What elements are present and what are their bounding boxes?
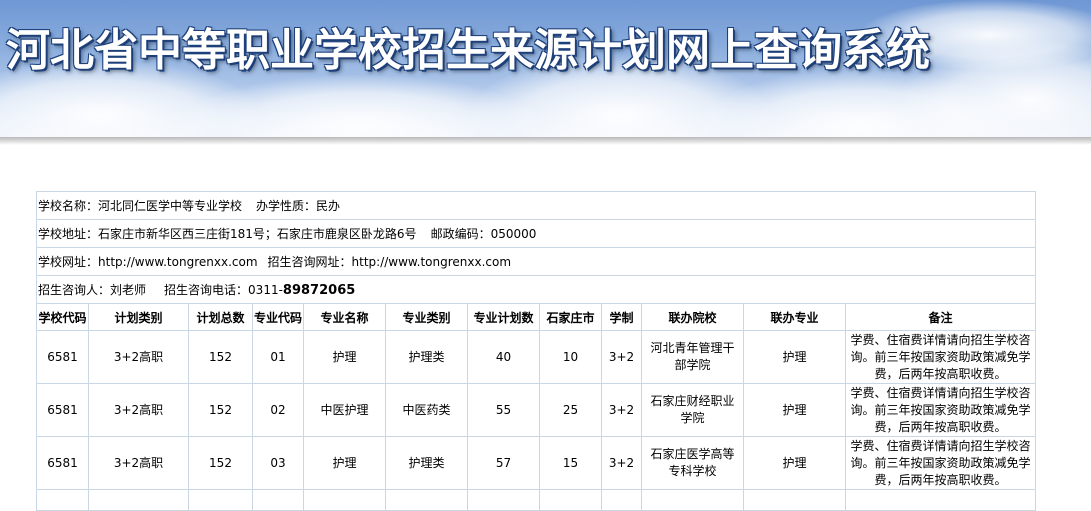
cell-partner-school: 河北青年管理干部学院 bbox=[641, 330, 744, 384]
cell-major-code: 02 bbox=[252, 383, 304, 437]
header-note: 备注 bbox=[844, 303, 1037, 331]
school-name-row: 学校名称：河北同仁医学中等专业学校 办学性质：民办 bbox=[35, 191, 1037, 220]
school-nature-label: 办学性质： bbox=[256, 199, 317, 213]
cell-plan-total: 152 bbox=[188, 383, 253, 437]
header-major-category: 专业类别 bbox=[385, 303, 468, 331]
school-nature: 民办 bbox=[316, 199, 341, 213]
cell-school-code: 6581 bbox=[36, 330, 89, 384]
table-row: 6581 3+2高职 152 03 护理 护理类 57 15 3+2 石家庄医学… bbox=[36, 436, 1037, 490]
school-address: 石家庄市新华区西三庄街181号；石家庄市鹿泉区卧龙路6号 bbox=[98, 227, 417, 241]
school-plan-table: 学校名称：河北同仁医学中等专业学校 办学性质：民办 学校地址：石家庄市新华区西三庄… bbox=[35, 191, 1037, 511]
enroll-site-label: 招生咨询网址： bbox=[267, 255, 352, 269]
cell-schooling: 3+2 bbox=[601, 436, 642, 490]
enroll-site-link[interactable]: http://www.tongrenxx.com bbox=[352, 255, 512, 269]
table-header-row: 学校代码 计划类别 计划总数 专业代码 专业名称 专业类别 专业计划数 石家庄市… bbox=[36, 303, 1037, 331]
cell-major-code: 01 bbox=[252, 330, 304, 384]
cell-note: 学费、住宿费详情请向招生学校咨询。前三年按国家资助政策减免学费，后两年按高职收费… bbox=[844, 383, 1037, 437]
header-shijiazhuang: 石家庄市 bbox=[539, 303, 602, 331]
header-school-code: 学校代码 bbox=[36, 303, 89, 331]
table-row: 6581 3+2高职 152 01 护理 护理类 40 10 3+2 河北青年管… bbox=[36, 330, 1037, 384]
header-major-name: 专业名称 bbox=[303, 303, 386, 331]
table-row bbox=[36, 489, 1037, 511]
cell-partner-major: 护理 bbox=[743, 436, 846, 490]
contact-label: 招生咨询人： bbox=[38, 283, 111, 297]
cell-plan-type: 3+2高职 bbox=[88, 330, 189, 384]
header-partner-major: 联办专业 bbox=[743, 303, 846, 331]
cell-plan-total: 152 bbox=[188, 330, 253, 384]
school-address-label: 学校地址： bbox=[38, 227, 99, 241]
cell-major-name: 中医护理 bbox=[303, 383, 386, 437]
cell-major-code: 03 bbox=[252, 436, 304, 490]
header-plan-type: 计划类别 bbox=[88, 303, 189, 331]
cell-major-plan: 57 bbox=[467, 436, 540, 490]
cell-shijiazhuang: 10 bbox=[539, 330, 602, 384]
cell-note: 学费、住宿费详情请向招生学校咨询。前三年按国家资助政策减免学费，后两年按高职收费… bbox=[844, 330, 1037, 384]
school-website-row: 学校网址：http://www.tongrenxx.com 招生咨询网址：http… bbox=[35, 247, 1037, 276]
cell-plan-type: 3+2高职 bbox=[88, 383, 189, 437]
postcode: 050000 bbox=[490, 227, 537, 241]
school-name-label: 学校名称： bbox=[38, 199, 99, 213]
school-address-row: 学校地址：石家庄市新华区西三庄街181号；石家庄市鹿泉区卧龙路6号 邮政编码：05… bbox=[35, 219, 1037, 248]
phone-label: 招生咨询电话： bbox=[164, 283, 249, 297]
school-contact-row: 招生咨询人：刘老师 招生咨询电话：0311-89872065 bbox=[35, 275, 1037, 304]
website-label: 学校网址： bbox=[38, 255, 99, 269]
cell-partner-major: 护理 bbox=[743, 383, 846, 437]
cell-partner-school: 石家庄医学高等专科学校 bbox=[641, 436, 744, 490]
postcode-label: 邮政编码： bbox=[430, 227, 491, 241]
header-major-code: 专业代码 bbox=[252, 303, 304, 331]
table-row: 6581 3+2高职 152 02 中医护理 中医药类 55 25 3+2 石家… bbox=[36, 383, 1037, 437]
header-schooling: 学制 bbox=[601, 303, 642, 331]
cell-shijiazhuang: 15 bbox=[539, 436, 602, 490]
cell-major-name: 护理 bbox=[303, 330, 386, 384]
school-name: 河北同仁医学中等专业学校 bbox=[98, 199, 243, 213]
phone-prefix: 0311- bbox=[248, 283, 283, 297]
cell-schooling: 3+2 bbox=[601, 383, 642, 437]
header-partner-school: 联办院校 bbox=[641, 303, 744, 331]
cell-partner-major: 护理 bbox=[743, 330, 846, 384]
cell-plan-type: 3+2高职 bbox=[88, 436, 189, 490]
phone-number: 89872065 bbox=[282, 283, 356, 298]
school-info-panel: 学校名称：河北同仁医学中等专业学校 办学性质：民办 学校地址：石家庄市新华区西三庄… bbox=[35, 191, 1037, 511]
banner-shadow bbox=[0, 137, 1091, 145]
cell-partner-school: 石家庄财经职业学院 bbox=[641, 383, 744, 437]
cell-major-category: 中医药类 bbox=[385, 383, 468, 437]
cell-school-code: 6581 bbox=[36, 383, 89, 437]
website-link[interactable]: http://www.tongrenxx.com bbox=[98, 255, 258, 269]
cell-major-category: 护理类 bbox=[385, 436, 468, 490]
cell-major-plan: 40 bbox=[467, 330, 540, 384]
cell-note: 学费、住宿费详情请向招生学校咨询。前三年按国家资助政策减免学费，后两年按高职收费… bbox=[844, 436, 1037, 490]
cell-plan-total: 152 bbox=[188, 436, 253, 490]
cell-schooling: 3+2 bbox=[601, 330, 642, 384]
site-title: 河北省中等职业学校招生来源计划网上查询系统 bbox=[6, 25, 930, 76]
site-banner: 河北省中等职业学校招生来源计划网上查询系统 bbox=[0, 0, 1091, 137]
cell-school-code: 6581 bbox=[36, 436, 89, 490]
cell-major-name: 护理 bbox=[303, 436, 386, 490]
cell-major-plan: 55 bbox=[467, 383, 540, 437]
cell-major-category: 护理类 bbox=[385, 330, 468, 384]
contact-person: 刘老师 bbox=[110, 283, 147, 297]
header-plan-total: 计划总数 bbox=[188, 303, 253, 331]
cell-shijiazhuang: 25 bbox=[539, 383, 602, 437]
header-major-plan: 专业计划数 bbox=[467, 303, 540, 331]
